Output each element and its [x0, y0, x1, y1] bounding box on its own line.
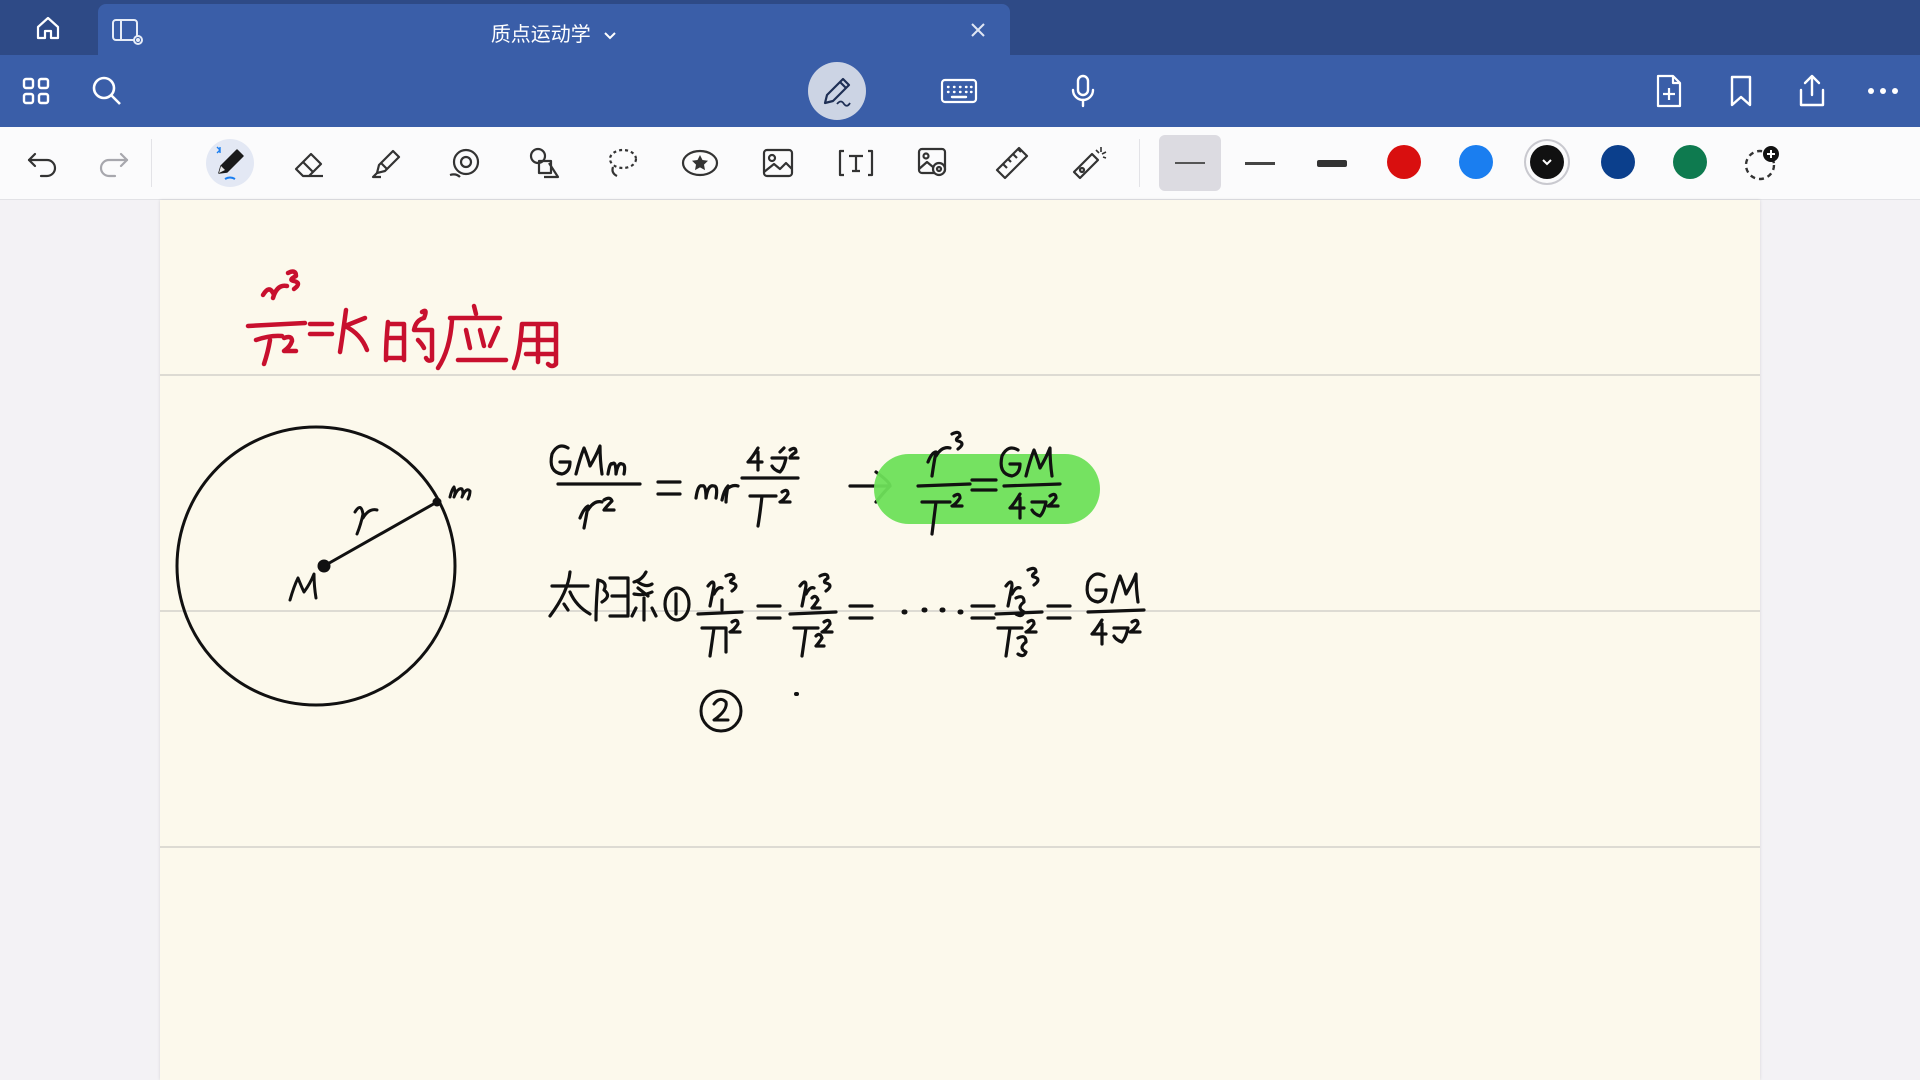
text-tool-button[interactable] — [832, 139, 880, 187]
toolbar-divider — [151, 139, 152, 187]
highlighter-tool-button[interactable] — [363, 139, 411, 187]
more-icon — [1868, 88, 1898, 94]
chevron-down-icon — [1542, 159, 1552, 166]
redo-button[interactable] — [90, 139, 138, 187]
handwritten-title — [245, 269, 559, 371]
eraser-tool-button[interactable] — [285, 139, 333, 187]
camera-tool-button[interactable] — [910, 139, 958, 187]
stroke-medium-button[interactable] — [1236, 139, 1284, 187]
laser-pointer-tool-button[interactable] — [1066, 139, 1114, 187]
note-page[interactable] — [160, 200, 1760, 1080]
keyboard-icon — [940, 78, 978, 104]
pen-tool-button[interactable] — [206, 139, 254, 187]
stroke-thick-preview — [1317, 159, 1347, 167]
search-icon — [92, 76, 121, 105]
home-button[interactable] — [22, 8, 74, 48]
stroke-medium-preview — [1245, 161, 1275, 165]
home-icon — [36, 16, 60, 40]
handwriting-canvas — [175, 269, 1146, 733]
microphone-button[interactable] — [1060, 68, 1106, 114]
formula-line-3 — [699, 689, 799, 733]
image-tool-button[interactable] — [754, 139, 802, 187]
lasso-icon — [608, 148, 638, 177]
more-button[interactable] — [1860, 68, 1906, 114]
ruler-icon — [995, 146, 1029, 180]
chevron-down-icon — [604, 31, 616, 39]
stroke-thin-preview — [1175, 162, 1205, 164]
elements-tool-button[interactable] — [520, 139, 568, 187]
color-swatch-black[interactable] — [1530, 145, 1564, 179]
undo-icon — [27, 152, 57, 178]
formula-line-2 — [548, 566, 1146, 658]
color-swatch-red[interactable] — [1387, 145, 1421, 179]
tool-bar — [0, 127, 1920, 200]
keyboard-button[interactable] — [936, 68, 982, 114]
pen-mode-icon — [823, 77, 851, 107]
eraser-icon — [294, 152, 323, 178]
tab-bar: 质点运动学 — [0, 0, 1920, 55]
bookmark-icon — [1730, 75, 1752, 107]
share-icon — [1799, 74, 1825, 107]
formula-line-1 — [549, 444, 892, 530]
share-button[interactable] — [1789, 68, 1835, 114]
pen-icon — [216, 146, 244, 180]
laser-pointer-icon — [1072, 147, 1107, 180]
toolbar-divider — [1139, 139, 1140, 187]
sticker-tool-button[interactable] — [676, 139, 724, 187]
color-swatch-navy[interactable] — [1601, 145, 1635, 179]
sticker-icon — [681, 149, 719, 177]
shape-tool-button[interactable] — [441, 139, 489, 187]
ruler-tool-button[interactable] — [988, 139, 1036, 187]
camera-icon — [917, 147, 947, 177]
tab-title-wrap[interactable]: 质点运动学 — [98, 18, 1010, 47]
lasso-tool-button[interactable] — [598, 139, 646, 187]
bookmark-button[interactable] — [1718, 68, 1764, 114]
add-color-icon — [1744, 146, 1779, 181]
redo-icon — [99, 152, 129, 178]
orbit-diagram — [175, 425, 472, 707]
nav-bar — [0, 55, 1920, 127]
grid-button[interactable] — [13, 68, 59, 114]
stroke-thin-button[interactable] — [1159, 135, 1221, 191]
search-button[interactable] — [84, 68, 130, 114]
text-icon — [838, 149, 874, 177]
document-tab[interactable]: 质点运动学 — [98, 4, 1010, 55]
color-swatch-blue[interactable] — [1459, 145, 1493, 179]
stroke-thick-button[interactable] — [1308, 139, 1356, 187]
highlighter-icon — [371, 149, 401, 179]
undo-button[interactable] — [18, 139, 66, 187]
elements-icon — [529, 147, 560, 179]
tab-title: 质点运动学 — [490, 22, 591, 46]
image-icon — [762, 148, 794, 178]
color-swatch-green[interactable] — [1673, 145, 1707, 179]
shape-icon — [449, 148, 480, 178]
grid-icon — [22, 77, 50, 105]
add-page-button[interactable] — [1646, 68, 1692, 114]
microphone-icon — [1071, 74, 1095, 108]
add-color-button[interactable] — [1738, 139, 1786, 187]
pen-mode-button[interactable] — [808, 62, 866, 120]
add-page-icon — [1656, 74, 1682, 108]
close-icon[interactable] — [966, 18, 990, 42]
